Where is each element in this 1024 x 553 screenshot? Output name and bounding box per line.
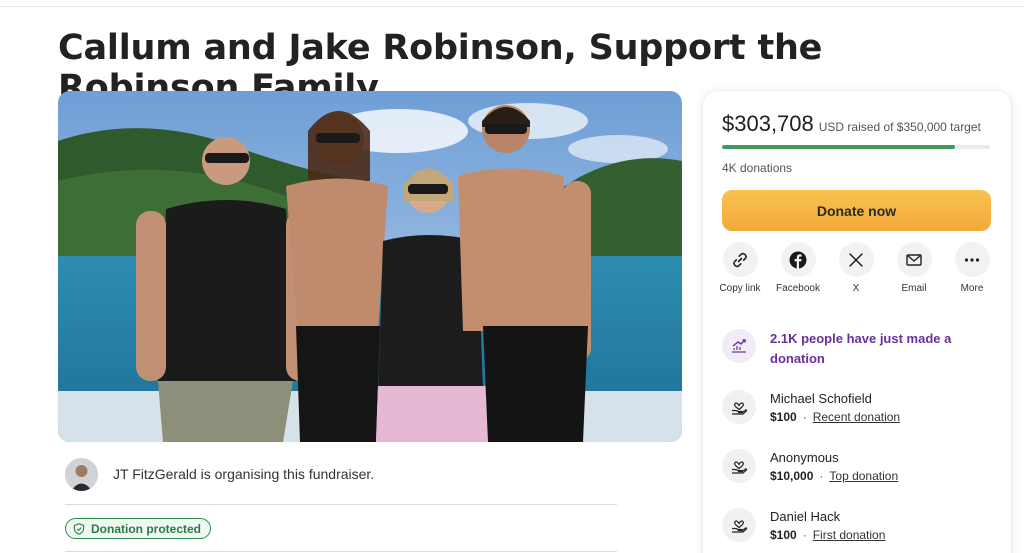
heart-hand-icon — [732, 402, 748, 415]
donation-protected-badge[interactable]: Donation protected — [65, 518, 211, 539]
trending-up-icon — [732, 339, 746, 353]
donor-list-item: Michael Schofield $100 · Recent donation — [722, 390, 997, 430]
separator-dot: · — [802, 410, 807, 424]
share-label: X — [852, 283, 860, 294]
donor-name: Michael Schofield — [770, 391, 872, 406]
facebook-icon — [789, 251, 807, 268]
donor-body: Michael Schofield $100 · Recent donation — [770, 390, 1000, 424]
share-label: Email — [901, 283, 927, 294]
progress-bar — [722, 145, 990, 149]
trend-text: 2.1K people have just made a donation — [770, 331, 952, 366]
donor-name: Anonymous — [770, 450, 839, 465]
raised-summary: $303,708 USD raised of $350,000 target — [722, 111, 981, 137]
share-x-button[interactable] — [838, 242, 874, 277]
share-copy-link-button[interactable] — [722, 242, 758, 277]
donor-tag-link[interactable]: First donation — [813, 528, 886, 542]
donor-amount: $10,000 — [770, 469, 814, 483]
organiser-avatar[interactable] — [65, 457, 98, 491]
trending-donations: 2.1K people have just made a donation — [722, 329, 997, 371]
trend-icon-wrapper — [722, 329, 756, 363]
share-email[interactable]: Email — [886, 242, 942, 295]
top-divider — [0, 6, 1024, 7]
share-x[interactable]: X — [828, 242, 884, 295]
badge-label: Donation protected — [91, 521, 201, 536]
donor-icon-wrapper — [722, 449, 756, 483]
share-facebook-button[interactable] — [780, 242, 816, 277]
progress-fill — [722, 145, 955, 149]
separator-dot: · — [819, 469, 824, 483]
email-icon — [906, 253, 922, 266]
donor-amount: $100 — [770, 410, 797, 424]
share-label: Copy link — [719, 283, 761, 294]
share-label: More — [960, 283, 984, 294]
raised-amount: $303,708 — [722, 111, 814, 136]
donor-amount: $100 — [770, 528, 797, 542]
share-row: Copy link Facebook X Email More — [719, 242, 994, 312]
x-icon — [849, 252, 863, 267]
donor-meta: $100 · Recent donation — [770, 410, 1000, 424]
heart-hand-icon — [732, 520, 748, 533]
donor-body: Anonymous $10,000 · Top donation — [770, 449, 1000, 483]
donor-meta: $10,000 · Top donation — [770, 469, 1000, 483]
organiser-text: JT FitzGerald is organising this fundrai… — [113, 466, 375, 482]
divider — [65, 551, 617, 552]
raised-target-text: USD raised of $350,000 target — [818, 120, 981, 134]
share-more[interactable]: More — [944, 242, 1000, 295]
donations-count: 4K donations — [722, 161, 793, 175]
donation-card: $303,708 USD raised of $350,000 target 4… — [703, 91, 1011, 553]
donor-tag-link[interactable]: Recent donation — [813, 410, 900, 424]
donor-name: Daniel Hack — [770, 509, 841, 524]
donor-icon-wrapper — [722, 508, 756, 542]
donor-tag-link[interactable]: Top donation — [829, 469, 898, 483]
donor-list-item: Daniel Hack $100 · First donation — [722, 508, 997, 548]
shield-icon — [73, 522, 85, 535]
link-icon — [733, 252, 747, 267]
donor-icon-wrapper — [722, 390, 756, 424]
heart-hand-icon — [732, 461, 748, 474]
share-label: Facebook — [776, 283, 820, 294]
donor-body: Daniel Hack $100 · First donation — [770, 508, 1000, 542]
fundraiser-cover-image — [58, 91, 682, 442]
donor-list-item: Anonymous $10,000 · Top donation — [722, 449, 997, 489]
divider — [65, 504, 617, 505]
more-icon — [964, 257, 980, 262]
share-copy-link[interactable]: Copy link — [712, 242, 768, 295]
share-email-button[interactable] — [896, 242, 932, 277]
donor-meta: $100 · First donation — [770, 528, 1000, 542]
share-facebook[interactable]: Facebook — [770, 242, 826, 295]
organiser-row: JT FitzGerald is organising this fundrai… — [65, 457, 617, 491]
separator-dot: · — [802, 528, 807, 542]
share-more-button[interactable] — [954, 242, 990, 277]
trend-body: 2.1K people have just made a donation — [770, 329, 1000, 369]
donate-now-button[interactable]: Donate now — [722, 190, 991, 231]
